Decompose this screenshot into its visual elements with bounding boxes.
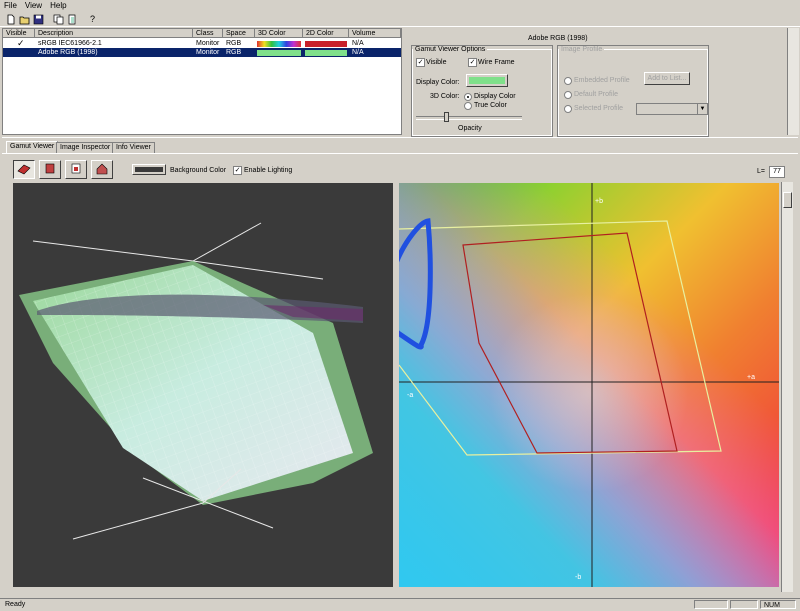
gamut-3d-canvas (19, 222, 373, 540)
page-view-icon[interactable] (65, 160, 87, 179)
save-icon[interactable] (32, 13, 45, 26)
gamut-options-legend: Gamut Viewer Options (415, 46, 486, 53)
lightness-slider[interactable] (781, 182, 793, 592)
background-color-label: Background Color (170, 167, 227, 174)
visible-checkbox[interactable]: ✓ (416, 58, 425, 67)
axis-line (32, 240, 194, 262)
color2d-swatch (305, 41, 347, 47)
display-color-option-label: Display Color (474, 93, 516, 100)
toolbar: ? (0, 11, 800, 27)
row-description: sRGB IEC61966-2.1 (38, 40, 102, 47)
document-icon[interactable] (66, 13, 79, 26)
viewer-area: Gamut Viewer Image Inspector Info Viewer… (2, 137, 798, 599)
row-volume: N/A (352, 40, 364, 47)
col-2d-color[interactable]: 2D Color (303, 29, 349, 38)
menu-view[interactable]: View (21, 0, 46, 11)
tab-gamut-viewer[interactable]: Gamut Viewer (6, 141, 59, 153)
row-space: RGB (226, 49, 242, 56)
row-volume: N/A (352, 49, 364, 56)
minus-a-label: -a (407, 392, 413, 399)
menu-file[interactable]: File (0, 0, 21, 11)
plus-b-label: +b (595, 198, 603, 205)
col-class[interactable]: Class (193, 29, 223, 38)
status-pane (694, 600, 728, 609)
gamut-3d-icon[interactable] (13, 160, 35, 179)
copy-icon[interactable] (52, 13, 65, 26)
menu-help[interactable]: Help (46, 0, 70, 11)
col-visible[interactable]: Visible (3, 29, 35, 38)
color2d-swatch (305, 50, 347, 56)
add-to-list-button[interactable]: Add to List... (644, 72, 690, 85)
true-color-option-label: True Color (474, 102, 507, 109)
house-view-icon[interactable] (91, 160, 113, 179)
row-space: RGB (226, 40, 242, 47)
blue-highlight-annotation (399, 218, 433, 350)
selected-profile-radio[interactable] (564, 105, 572, 113)
col-description[interactable]: Description (35, 29, 193, 38)
adobe-rgb-gamut-outline (399, 220, 722, 456)
selected-profile-label: Selected Profile (574, 105, 624, 112)
table-row[interactable]: Adobe RGB (1998) Monitor RGB N/A (3, 48, 401, 57)
minus-b-label: -b (575, 574, 581, 581)
new-file-icon[interactable] (4, 13, 17, 26)
num-lock-indicator: NUM (760, 600, 796, 609)
plus-a-label: +a (747, 374, 755, 381)
axis-line (72, 502, 204, 540)
color3d-swatch (257, 50, 301, 56)
gamut-3d-view[interactable] (13, 183, 393, 587)
status-text: Ready (5, 601, 26, 608)
row-class: Monitor (196, 40, 220, 47)
image-profile-legend: Image Profile (561, 46, 603, 53)
background-color-button[interactable] (132, 164, 166, 175)
tab-info-viewer[interactable]: Info Viewer (112, 142, 155, 153)
col-3d-color[interactable]: 3D Color (255, 29, 303, 38)
srgb-gamut-outline (462, 232, 678, 454)
visible-label: Visible (426, 59, 447, 66)
axis-line (192, 222, 262, 262)
display-color-button[interactable] (466, 74, 508, 87)
lightness-slider-thumb[interactable] (783, 192, 792, 208)
menubar: File View Help (0, 0, 800, 11)
display-color-radio[interactable] (464, 93, 472, 101)
table-row[interactable]: ✓ sRGB IEC61966-2.1 Monitor RGB N/A (3, 39, 401, 48)
tab-divider (2, 153, 798, 154)
tab-image-inspector[interactable]: Image Inspector (56, 142, 115, 153)
profile-list: Visible Description Class Space 3D Color… (2, 28, 402, 135)
embedded-profile-label: Embedded Profile (574, 77, 630, 84)
l-label: L= (757, 168, 765, 175)
opacity-label: Opacity (458, 125, 482, 132)
opacity-slider-thumb[interactable] (444, 112, 449, 122)
help-icon[interactable]: ? (86, 13, 99, 26)
embedded-profile-radio[interactable] (564, 77, 572, 85)
opacity-slider[interactable] (416, 116, 522, 120)
profile-settings-panel: Adobe RGB (1998) Gamut Viewer Options ✓ … (404, 28, 796, 137)
enable-lighting-checkbox[interactable]: ✓ (233, 166, 242, 175)
display-color-label: Display Color: (416, 79, 460, 86)
enable-lighting-label: Enable Lighting (244, 167, 293, 174)
col-volume[interactable]: Volume (349, 29, 401, 38)
wire-frame-checkbox[interactable]: ✓ (468, 58, 477, 67)
col-space[interactable]: Space (223, 29, 255, 38)
open-folder-icon[interactable] (18, 13, 31, 26)
panel-title: Adobe RGB (1998) (528, 35, 588, 42)
visible-check-icon[interactable]: ✓ (17, 39, 25, 48)
true-color-radio[interactable] (464, 102, 472, 110)
default-profile-label: Default Profile (574, 91, 618, 98)
cylinder-view-icon[interactable] (39, 160, 61, 179)
ab-plot: +b -b +a -a (399, 183, 779, 587)
3d-color-label: 3D Color: (430, 93, 460, 100)
l-value-field[interactable]: 77 (769, 166, 785, 178)
chevron-down-icon[interactable]: ▼ (697, 104, 707, 114)
status-pane (730, 600, 758, 609)
gamut-2d-view[interactable]: +b -b +a -a (399, 183, 779, 587)
wire-frame-label: Wire Frame (478, 59, 515, 66)
panel-scrollbar[interactable] (787, 28, 799, 135)
selected-profile-dropdown[interactable]: ▼ (636, 103, 708, 115)
default-profile-radio[interactable] (564, 91, 572, 99)
row-class: Monitor (196, 49, 220, 56)
color3d-swatch (257, 41, 301, 47)
row-description: Adobe RGB (1998) (38, 49, 98, 56)
statusbar: Ready NUM (0, 598, 800, 611)
